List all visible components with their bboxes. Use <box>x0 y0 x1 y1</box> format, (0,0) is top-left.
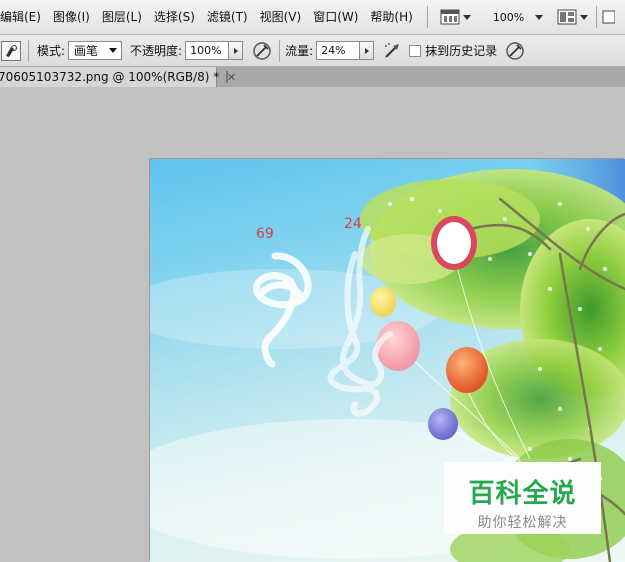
menu-help[interactable]: 帮助(H) <box>364 0 418 34</box>
options-bar: 模式: 画笔 不透明度: 100% 流量: 24% 抹到历史记录 <box>0 35 625 67</box>
menu-edit[interactable]: 编辑(E) <box>0 0 47 34</box>
erase-to-history-checkbox[interactable] <box>409 44 422 57</box>
chevron-down-icon <box>462 14 471 20</box>
screen-layout-icon[interactable] <box>601 9 616 25</box>
flow-input[interactable]: 24% <box>316 41 361 60</box>
close-icon[interactable] <box>226 71 229 83</box>
flow-label: 流量: <box>285 44 314 58</box>
menu-filter[interactable]: 滤镜(T) <box>201 0 254 34</box>
menu-select[interactable]: 选择(S) <box>148 0 201 34</box>
screen-mode-dropdown[interactable] <box>436 0 475 34</box>
chevron-right-icon <box>364 47 369 54</box>
chevron-down-icon <box>535 14 544 20</box>
history-brush-icon <box>6 44 17 57</box>
watermark-subtitle: 助你轻松解决 <box>477 515 568 531</box>
document-tab-title: 70605103732.png @ 100%(RGB/8) * <box>0 70 220 84</box>
document-tab[interactable]: 70605103732.png @ 100%(RGB/8) * <box>0 67 229 87</box>
screen-mode-icon <box>440 9 460 25</box>
flow-slider-button[interactable] <box>360 41 375 60</box>
zoom-value: 100% <box>492 10 525 24</box>
opacity-slider-button[interactable] <box>229 41 244 60</box>
menu-divider <box>426 6 428 28</box>
menu-window[interactable]: 窗口(W) <box>307 0 364 34</box>
options-divider <box>279 39 281 62</box>
opacity-label: 不透明度: <box>130 44 183 58</box>
opacity-input[interactable]: 100% <box>185 41 230 60</box>
erase-to-history-label: 抹到历史记录 <box>425 44 498 58</box>
menu-bar: 编辑(E) 图像(I) 图层(L) 选择(S) 滤镜(T) 视图(V) 窗口(W… <box>0 0 625 35</box>
tablet-pressure-size-icon[interactable] <box>505 41 525 61</box>
watermark-logo: 百科全说 助你轻松解决 <box>444 462 601 534</box>
chevron-down-icon <box>109 48 118 53</box>
menu-image[interactable]: 图像(I) <box>47 0 96 34</box>
chevron-right-icon <box>233 47 238 54</box>
document-tab-strip: 70605103732.png @ 100%(RGB/8) * <box>0 67 625 87</box>
arrange-documents-dropdown[interactable] <box>553 0 592 34</box>
arrange-icon <box>557 9 577 25</box>
annotation-label-24: 24 <box>344 216 362 232</box>
menu-divider <box>596 6 598 28</box>
chevron-down-icon <box>580 14 589 20</box>
mode-value: 画笔 <box>74 44 99 58</box>
tool-preset-picker[interactable] <box>1 40 21 61</box>
menu-view[interactable]: 视图(V) <box>254 0 308 34</box>
annotation-label-69: 69 <box>256 226 274 242</box>
tablet-pressure-opacity-icon[interactable] <box>252 41 272 61</box>
menu-layer[interactable]: 图层(L) <box>96 0 148 34</box>
airbrush-icon[interactable] <box>382 41 402 61</box>
options-divider <box>28 39 29 62</box>
mode-select[interactable]: 画笔 <box>68 41 123 60</box>
mode-label: 模式: <box>37 44 66 58</box>
zoom-dropdown[interactable]: 100% <box>489 0 547 34</box>
watermark-title: 百科全说 <box>468 479 577 509</box>
